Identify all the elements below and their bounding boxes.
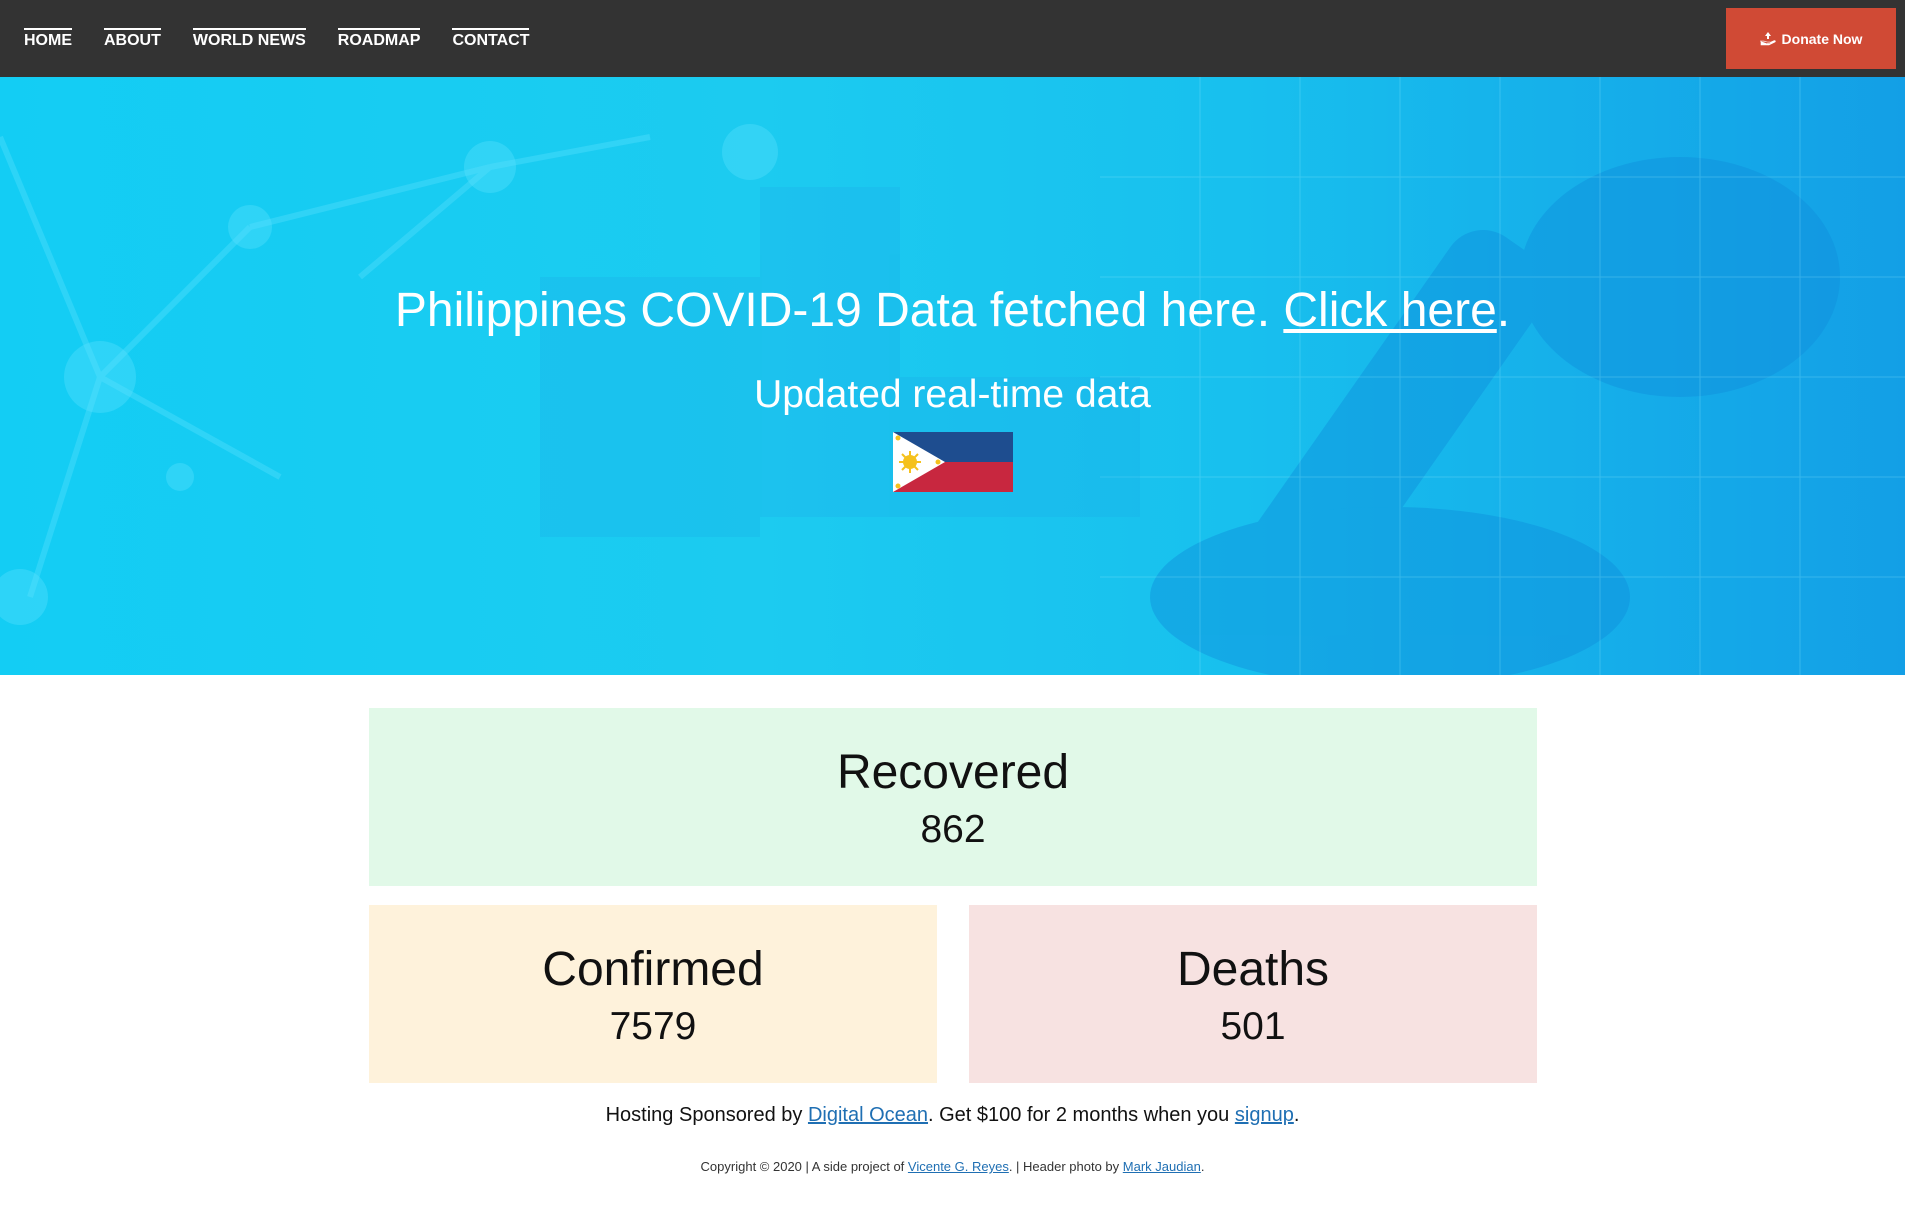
- hero-title-period: .: [1496, 284, 1511, 337]
- donate-button[interactable]: Donate Now: [1726, 8, 1896, 69]
- sponsor-line: Hosting Sponsored by Digital Ocean. Get …: [0, 1103, 1905, 1127]
- nav-home-link[interactable]: HOME: [24, 28, 72, 50]
- deaths-card: Deaths 501: [969, 905, 1537, 1083]
- footer-text: .: [1200, 1159, 1205, 1174]
- top-nav: HOME ABOUT WORLD NEWS ROADMAP CONTACT Do…: [0, 0, 1905, 77]
- footer-text: . | Header photo by: [1008, 1159, 1123, 1174]
- recovered-card: Recovered 862: [369, 708, 1537, 886]
- deaths-label: Deaths: [1176, 943, 1330, 996]
- signup-link[interactable]: signup: [1235, 1104, 1294, 1126]
- philippines-flag-icon: [893, 432, 1013, 492]
- sponsor-text: . Get $100 for 2 months when you: [928, 1104, 1235, 1126]
- nav-roadmap-link[interactable]: ROADMAP: [337, 28, 421, 50]
- confirmed-value: 7579: [609, 1005, 697, 1048]
- nav-links: HOME ABOUT WORLD NEWS ROADMAP CONTACT: [24, 28, 561, 50]
- sponsor-text: Hosting Sponsored by: [605, 1104, 808, 1126]
- photographer-link[interactable]: Mark Jaudian: [1123, 1159, 1201, 1174]
- sponsor-text: .: [1293, 1104, 1300, 1126]
- donate-label: Donate Now: [1781, 30, 1863, 47]
- hero-click-here-link[interactable]: Click here: [1283, 284, 1496, 337]
- deaths-value: 501: [1220, 1005, 1286, 1048]
- donate-hand-icon: [1759, 31, 1776, 46]
- hero-subtitle: Updated real-time data: [754, 373, 1151, 416]
- digital-ocean-link[interactable]: Digital Ocean: [808, 1104, 928, 1126]
- confirmed-label: Confirmed: [542, 943, 764, 996]
- footer-copyright: Copyright © 2020 | A side project of Vic…: [0, 1159, 1905, 1175]
- recovered-label: Recovered: [836, 746, 1070, 799]
- author-link[interactable]: Vicente G. Reyes: [908, 1159, 1009, 1174]
- footer-text: Copyright © 2020 | A side project of: [700, 1159, 908, 1174]
- nav-world-news-link[interactable]: WORLD NEWS: [192, 28, 306, 50]
- recovered-value: 862: [920, 808, 986, 851]
- confirmed-card: Confirmed 7579: [369, 905, 937, 1083]
- hero-title: Philippines COVID-19 Data fetched here. …: [0, 283, 1905, 339]
- hero-title-text: Philippines COVID-19 Data fetched here.: [394, 284, 1284, 337]
- nav-about-link[interactable]: ABOUT: [104, 28, 161, 50]
- nav-contact-link[interactable]: CONTACT: [452, 28, 530, 50]
- hero-banner: Philippines COVID-19 Data fetched here. …: [0, 77, 1905, 675]
